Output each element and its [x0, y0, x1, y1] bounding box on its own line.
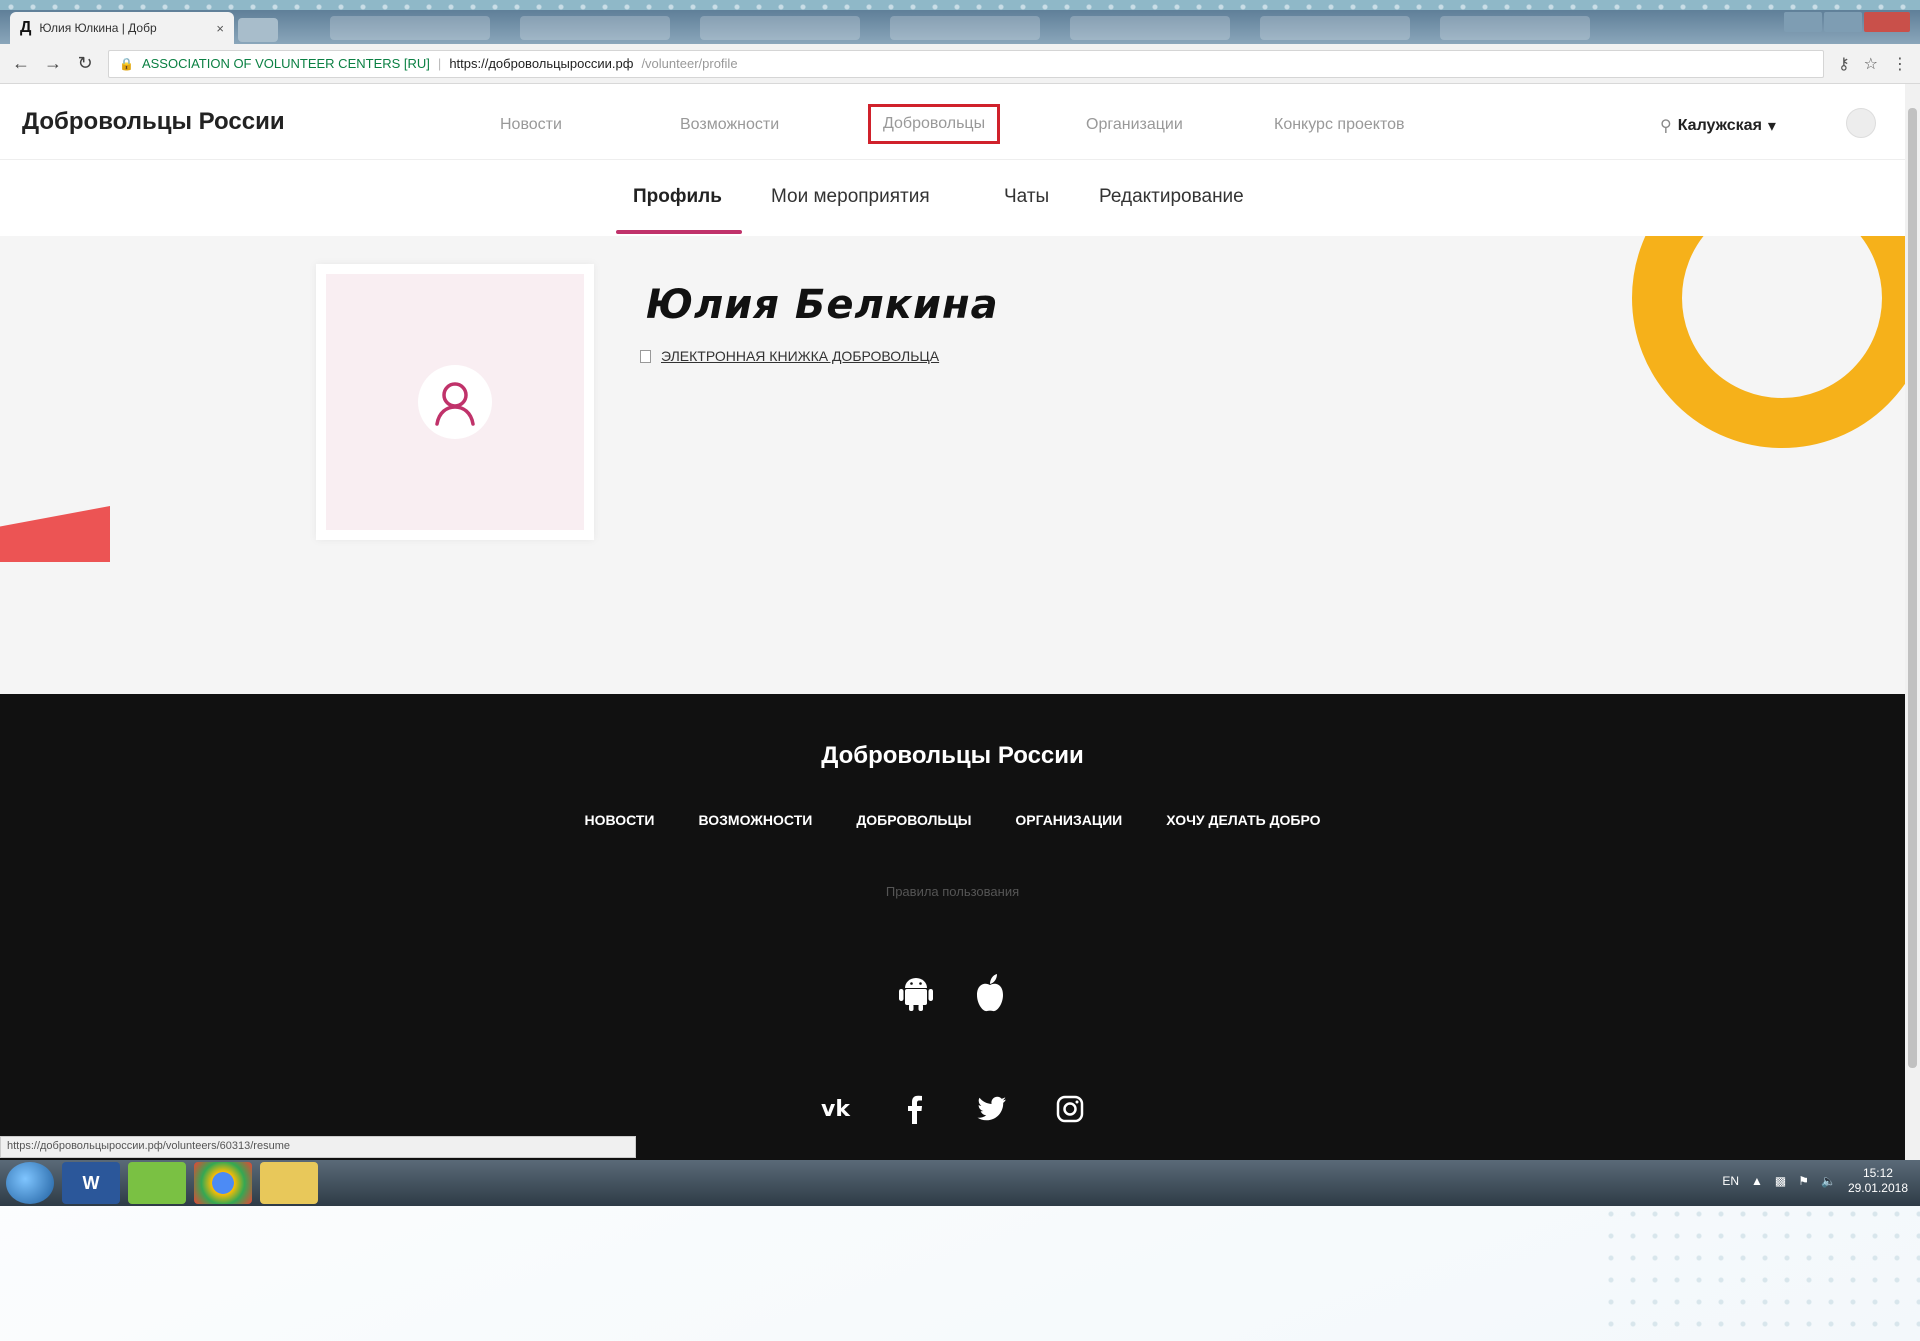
key-icon[interactable]: ⚷	[1838, 54, 1850, 74]
word-app-icon[interactable]: W	[62, 1162, 120, 1204]
vk-icon[interactable]: vk	[817, 1090, 855, 1128]
close-window-button[interactable]	[1864, 12, 1910, 32]
footer-nav-volunteers[interactable]: ДОБРОВОЛЬЦЫ	[856, 812, 971, 828]
android-icon[interactable]	[897, 974, 935, 1012]
browser-tab[interactable]	[520, 16, 670, 40]
nav-news[interactable]: Новости	[500, 116, 562, 134]
user-name: Юлия Белкина	[646, 282, 999, 328]
browser-toolbar: ← → ↻ 🔒 ASSOCIATION OF VOLUNTEER CENTERS…	[0, 44, 1920, 84]
browser-tab-active[interactable]: Д Юлия Юлкина | Добр ×	[10, 12, 234, 44]
tab-profile[interactable]: Профиль	[633, 186, 722, 208]
chrome-app-icon[interactable]	[194, 1162, 252, 1204]
browser-tab[interactable]	[330, 16, 490, 40]
folder-app-icon[interactable]	[260, 1162, 318, 1204]
address-separator: |	[437, 56, 442, 71]
site-header: Добровольцы России Новости Возможности Д…	[0, 84, 1905, 160]
star-icon[interactable]: ☆	[1864, 54, 1878, 74]
screen: Д Юлия Юлкина | Добр × ← → ↻ 🔒 ASSOCIATI…	[0, 10, 1920, 1206]
caret-down-icon: ▾	[1767, 118, 1776, 135]
footer-brand: Добровольцы России	[821, 742, 1084, 769]
user-icon	[435, 382, 475, 426]
decorative-red-shape	[0, 506, 110, 562]
maximize-button[interactable]	[1824, 12, 1862, 32]
twitter-icon[interactable]	[973, 1090, 1011, 1128]
nav-opportunities[interactable]: Возможности	[680, 116, 779, 134]
region-label: Калужская	[1677, 117, 1762, 134]
social-links: vk	[0, 1090, 1905, 1128]
location-pin-icon: ⚲	[1660, 118, 1672, 135]
browser-tab[interactable]	[890, 16, 1040, 40]
clock[interactable]: 15:12 29.01.2018	[1848, 1166, 1908, 1196]
footer-nav-news[interactable]: НОВОСТИ	[584, 812, 654, 828]
new-tab-button[interactable]	[238, 18, 278, 42]
reload-icon[interactable]: ↻	[76, 53, 94, 74]
tab-chats[interactable]: Чаты	[1004, 186, 1049, 208]
back-arrow-icon[interactable]: ←	[12, 53, 30, 74]
footer-nav-do-good[interactable]: ХОЧУ ДЕЛАТЬ ДОБРО	[1166, 812, 1320, 828]
tab-edit[interactable]: Редактирование	[1099, 186, 1244, 208]
browser-tab[interactable]	[1440, 16, 1590, 40]
decorative-yellow-ring	[1632, 236, 1905, 448]
ebook-link-label: ЭЛЕКТРОННАЯ КНИЖКА ДОБРОВОЛЬЦА	[661, 348, 940, 364]
clock-date: 29.01.2018	[1847, 1181, 1908, 1195]
footer-nav-opportunities[interactable]: ВОЗМОЖНОСТИ	[698, 812, 812, 828]
browser-tab-title: Юлия Юлкина | Добр	[39, 21, 157, 35]
forward-arrow-icon[interactable]: →	[44, 53, 62, 74]
menu-dots-icon[interactable]: ⋮	[1892, 54, 1908, 74]
minimize-button[interactable]	[1784, 12, 1822, 32]
nav-organizations[interactable]: Организации	[1086, 116, 1183, 134]
profile-photo-placeholder	[326, 274, 584, 530]
network-icon[interactable]: ▩	[1775, 1174, 1786, 1188]
certificate-name: ASSOCIATION OF VOLUNTEER CENTERS [RU]	[141, 56, 430, 71]
site-logo[interactable]: Добровольцы России	[22, 108, 285, 136]
status-bar-url: https://добровольцыроссии.рф/volunteers/…	[0, 1136, 636, 1158]
tray-arrow-icon[interactable]: ▲	[1751, 1174, 1763, 1188]
system-tray: EN ▲ ▩ ⚑ 🔈 15:12 29.01.2018	[1722, 1166, 1908, 1196]
ebook-link[interactable]: ЭЛЕКТРОННАЯ КНИЖКА ДОБРОВОЛЬЦА	[640, 348, 939, 364]
browser-tab[interactable]	[1260, 16, 1410, 40]
profile-tabs: Профиль Мои мероприятия Чаты Редактирова…	[0, 160, 1905, 236]
start-button[interactable]	[6, 1162, 54, 1204]
browser-tab[interactable]	[1070, 16, 1230, 40]
os-taskbar: W EN ▲ ▩ ⚑ 🔈 15:12 29.01.2018	[0, 1160, 1920, 1206]
apple-icon[interactable]	[971, 974, 1009, 1012]
user-avatar-button[interactable]	[1846, 108, 1876, 138]
volume-icon[interactable]: 🔈	[1821, 1174, 1836, 1188]
page-scrollbar[interactable]	[1905, 84, 1920, 1174]
profile-photo-card[interactable]	[316, 264, 594, 540]
browser-tab[interactable]	[700, 16, 860, 40]
browser-tabstrip: Д Юлия Юлкина | Добр ×	[0, 10, 1920, 44]
tab-close-icon[interactable]: ×	[216, 21, 224, 36]
favicon-icon: Д	[20, 19, 32, 36]
site-footer: Добровольцы России НОВОСТИ ВОЗМОЖНОСТИ Д…	[0, 694, 1905, 1174]
app-store-links	[0, 974, 1905, 1012]
tab-my-events[interactable]: Мои мероприятия	[771, 186, 930, 208]
region-selector[interactable]: ⚲ Калужская ▾	[1660, 116, 1776, 136]
nav-contest[interactable]: Конкурс проектов	[1274, 116, 1404, 134]
terms-link[interactable]: Правила пользования	[0, 884, 1905, 899]
address-bar[interactable]: 🔒 ASSOCIATION OF VOLUNTEER CENTERS [RU] …	[108, 49, 1824, 78]
lock-icon: 🔒	[119, 56, 134, 71]
facebook-icon[interactable]	[895, 1090, 933, 1128]
url-host: https://добровольцыроссии.рф	[449, 56, 634, 71]
avatar	[418, 365, 492, 439]
flag-icon[interactable]: ⚑	[1798, 1174, 1809, 1188]
instagram-icon[interactable]	[1051, 1090, 1089, 1128]
footer-nav-organizations[interactable]: ОРГАНИЗАЦИИ	[1015, 812, 1122, 828]
document-icon	[640, 349, 651, 363]
scrollbar-thumb[interactable]	[1908, 108, 1917, 1068]
nav-volunteers[interactable]: Добровольцы	[868, 104, 1001, 144]
footer-nav: НОВОСТИ ВОЗМОЖНОСТИ ДОБРОВОЛЬЦЫ ОРГАНИЗА…	[0, 812, 1905, 828]
language-indicator[interactable]: EN	[1722, 1174, 1739, 1188]
green-app-icon[interactable]	[128, 1162, 186, 1204]
window-controls	[1784, 12, 1910, 32]
url-path: /volunteer/profile	[641, 56, 738, 71]
profile-hero: Юлия Белкина ЭЛЕКТРОННАЯ КНИЖКА ДОБРОВОЛ…	[0, 236, 1905, 694]
active-tab-indicator	[616, 230, 742, 234]
clock-time: 15:12	[1862, 1166, 1893, 1180]
